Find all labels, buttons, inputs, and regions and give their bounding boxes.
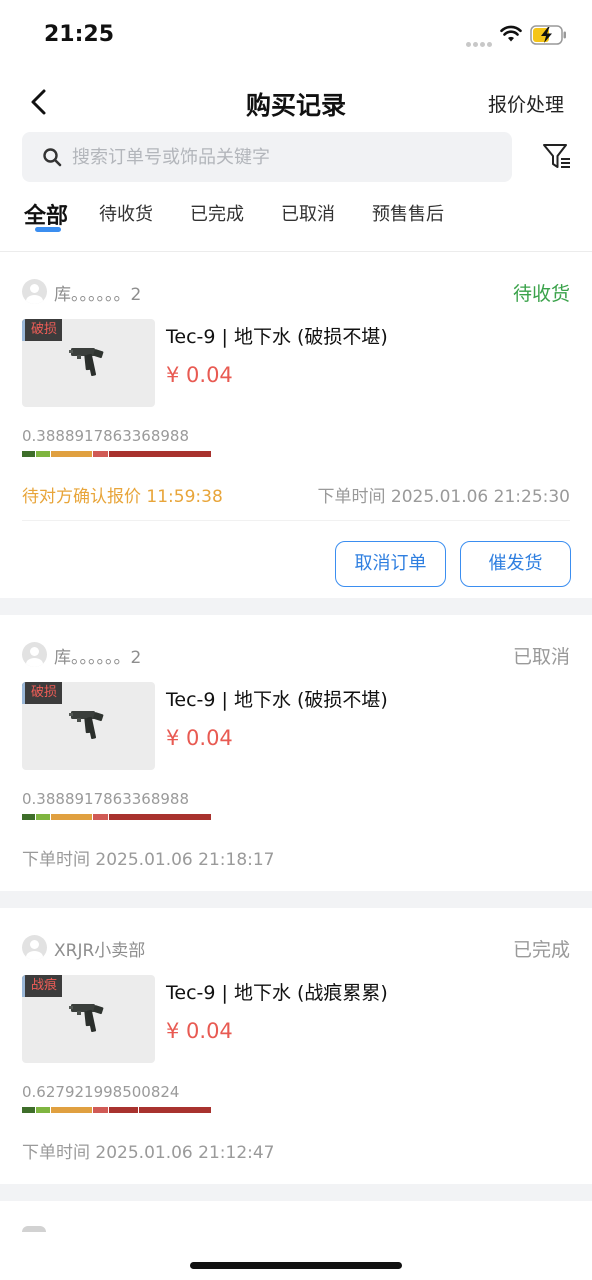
wear-range-bar [22, 451, 211, 457]
search-icon [43, 148, 62, 167]
seller-avatar [22, 935, 47, 960]
cellular-signal-icon [466, 32, 494, 47]
status-bar: 21:25 [0, 0, 592, 70]
card-divider [22, 520, 570, 521]
order-time: 下单时间 2025.01.06 21:18:17 [22, 850, 275, 870]
active-tab-indicator [35, 227, 61, 232]
float-value: 0.3888917863368988 [22, 790, 190, 808]
search-input[interactable] [72, 132, 492, 182]
filter-icon[interactable] [542, 142, 572, 172]
float-value: 0.627921998500824 [22, 1083, 180, 1101]
order-tabs: 全部 待收货 已完成 已取消 预售售后 [0, 192, 592, 242]
seller-avatar [22, 1226, 46, 1232]
item-thumbnail: 战痕 [22, 975, 155, 1063]
item-price: ¥ 0.04 [166, 1019, 233, 1043]
cancel-order-button[interactable]: 取消订单 [335, 541, 446, 587]
order-card[interactable]: 库。。。。。。2 已取消 破损 Tec-9 | 地下水 (破损不堪) ¥ 0.0… [0, 615, 592, 891]
order-status: 已完成 [512, 939, 570, 961]
float-value: 0.3888917863368988 [22, 427, 190, 445]
nav-bar: 购买记录 报价处理 [0, 80, 592, 124]
tec9-gun-icon [69, 711, 104, 739]
seller-avatar [22, 279, 47, 304]
seller-name: 库。。。。。。2 [54, 285, 142, 305]
tab-pending-receipt[interactable]: 待收货 [99, 200, 153, 226]
tab-all[interactable]: 全部 [24, 198, 68, 230]
seller-name: XRJR小卖部 [54, 941, 146, 961]
tab-completed[interactable]: 已完成 [190, 200, 244, 226]
tab-cancelled[interactable]: 已取消 [281, 200, 335, 226]
wear-badge: 战痕 [22, 975, 63, 997]
quote-processing-link[interactable]: 报价处理 [488, 90, 564, 117]
waiting-confirmation-text: 待对方确认报价 11:59:38 [22, 487, 223, 507]
search-box[interactable] [22, 132, 512, 182]
seller-name: 库。。。。。。2 [54, 648, 142, 668]
item-name: Tec-9 | 地下水 (战痕累累) [166, 982, 388, 1004]
urge-shipment-button[interactable]: 催发货 [460, 541, 571, 587]
header-area: 21:25 购买记录 报价处理 全部 待收货 [0, 0, 592, 252]
order-time: 下单时间 2025.01.06 21:12:47 [22, 1143, 275, 1163]
battery-charging-icon [530, 25, 566, 45]
tec9-gun-icon [69, 348, 104, 376]
item-price: ¥ 0.04 [166, 363, 233, 387]
status-time: 21:25 [44, 22, 115, 47]
item-name: Tec-9 | 地下水 (破损不堪) [166, 689, 388, 711]
wear-range-bar [22, 1107, 211, 1113]
order-time: 下单时间 2025.01.06 21:25:30 [317, 487, 571, 507]
order-status: 已取消 [512, 646, 570, 668]
item-name: Tec-9 | 地下水 (破损不堪) [166, 326, 388, 348]
wifi-icon [500, 25, 522, 42]
wear-range-bar [22, 814, 211, 820]
tab-presale-aftersale[interactable]: 预售售后 [372, 200, 444, 226]
seller-avatar [22, 642, 47, 667]
item-thumbnail: 破损 [22, 682, 155, 770]
tec9-gun-icon [69, 1004, 104, 1032]
home-indicator [190, 1262, 402, 1269]
order-card[interactable]: XRJR小卖部 已完成 战痕 Tec-9 | 地下水 (战痕累累) ¥ 0.04… [0, 908, 592, 1184]
wear-badge: 破损 [22, 682, 63, 704]
order-status: 待收货 [512, 283, 570, 305]
item-thumbnail: 破损 [22, 319, 155, 407]
back-arrow-icon[interactable] [26, 88, 52, 116]
order-card[interactable]: 库。。。。。。2 待收货 破损 Tec-9 | 地下水 (破损不堪) ¥ 0.0… [0, 252, 592, 598]
wear-badge: 破损 [22, 319, 63, 341]
item-price: ¥ 0.04 [166, 726, 233, 750]
